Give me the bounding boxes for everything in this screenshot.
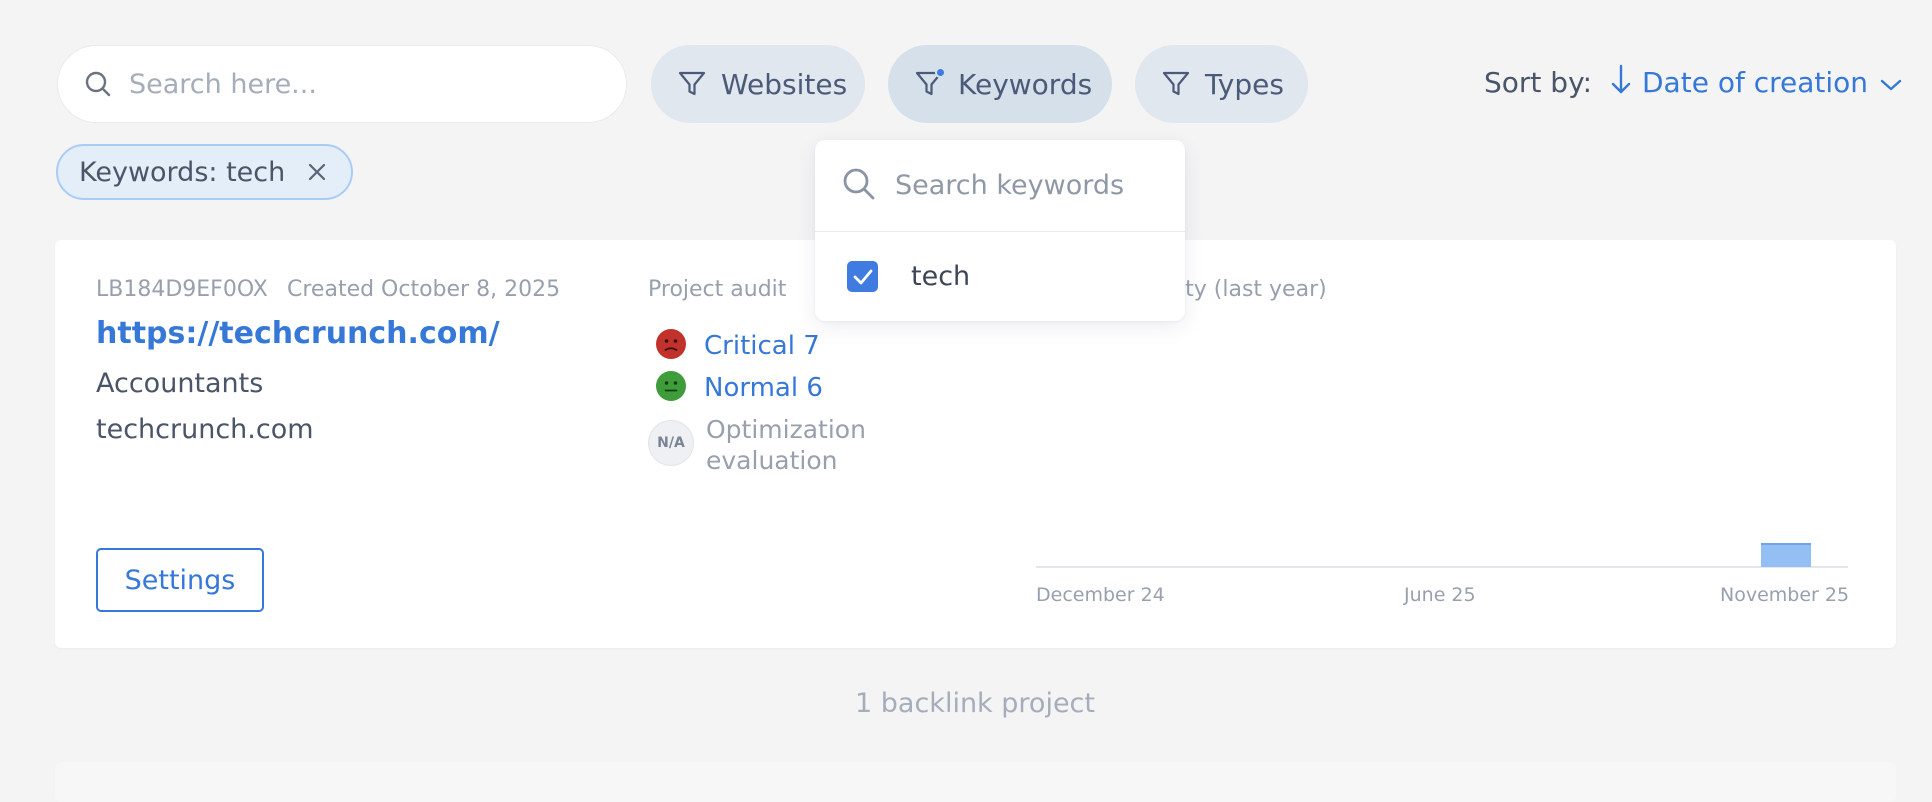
search-icon bbox=[841, 166, 877, 206]
project-category: Accountants bbox=[96, 368, 264, 399]
audit-critical-link[interactable]: Critical 7 bbox=[704, 331, 820, 361]
project-url-link[interactable]: https://techcrunch.com/ bbox=[96, 316, 500, 351]
x-tick-label: November 25 bbox=[1720, 584, 1850, 606]
keywords-search-input[interactable] bbox=[895, 170, 1165, 201]
checkbox-checked-icon[interactable] bbox=[847, 261, 878, 292]
websites-filter-button[interactable]: Websites bbox=[651, 45, 865, 123]
x-tick-label: December 24 bbox=[1036, 584, 1165, 606]
active-filter-dot bbox=[935, 67, 946, 78]
close-icon[interactable] bbox=[307, 162, 327, 182]
audit-normal-link[interactable]: Normal 6 bbox=[704, 373, 823, 403]
keywords-search[interactable] bbox=[815, 140, 1185, 232]
keyword-option-label: tech bbox=[911, 261, 971, 292]
sad-face-icon bbox=[656, 329, 686, 363]
keywords-filter-button[interactable]: Keywords bbox=[888, 45, 1112, 123]
keyword-option[interactable]: tech bbox=[815, 232, 1185, 321]
search-input[interactable] bbox=[129, 68, 599, 100]
project-count: 1 backlink project bbox=[855, 688, 1095, 719]
keywords-filter-label: Keywords bbox=[958, 67, 1093, 101]
types-filter-label: Types bbox=[1205, 67, 1284, 101]
audit-critical-row[interactable]: Critical 7 bbox=[656, 329, 820, 363]
activity-bar bbox=[1761, 543, 1811, 567]
activity-title: vity (last year) bbox=[1166, 277, 1327, 302]
x-tick-label: June 25 bbox=[1404, 584, 1476, 606]
arrow-down-icon bbox=[1610, 63, 1632, 102]
sort-value: Date of creation bbox=[1642, 66, 1869, 99]
audit-title: Project audit bbox=[648, 277, 787, 302]
sort-label: Sort by: bbox=[1484, 66, 1593, 99]
websites-filter-label: Websites bbox=[721, 67, 848, 101]
project-created-date: Created October 8, 2025 bbox=[287, 277, 561, 302]
audit-normal-row[interactable]: Normal 6 bbox=[656, 371, 823, 405]
active-filter-chip: Keywords: tech bbox=[56, 144, 354, 200]
project-domain: techcrunch.com bbox=[96, 414, 314, 445]
chevron-down-icon bbox=[1880, 66, 1902, 99]
active-filter-label: Keywords: tech bbox=[79, 156, 286, 188]
activity-bar-cap bbox=[1761, 543, 1811, 545]
filter-icon bbox=[1159, 67, 1193, 101]
next-card-edge bbox=[55, 762, 1896, 802]
search-icon bbox=[83, 69, 113, 99]
neutral-face-icon bbox=[656, 371, 686, 405]
optimization-evaluation-text: Optimization evaluation bbox=[706, 415, 866, 475]
keywords-dropdown: tech bbox=[815, 140, 1185, 321]
filter-icon bbox=[912, 67, 946, 101]
search-box[interactable] bbox=[57, 45, 627, 123]
project-id: LB184D9EF0OX bbox=[96, 277, 268, 302]
filter-icon bbox=[675, 67, 709, 101]
sort-dropdown[interactable]: Date of creation bbox=[1610, 63, 1902, 102]
settings-button[interactable]: Settings bbox=[96, 548, 264, 612]
types-filter-button[interactable]: Types bbox=[1135, 45, 1308, 123]
na-badge: N/A bbox=[648, 420, 694, 466]
